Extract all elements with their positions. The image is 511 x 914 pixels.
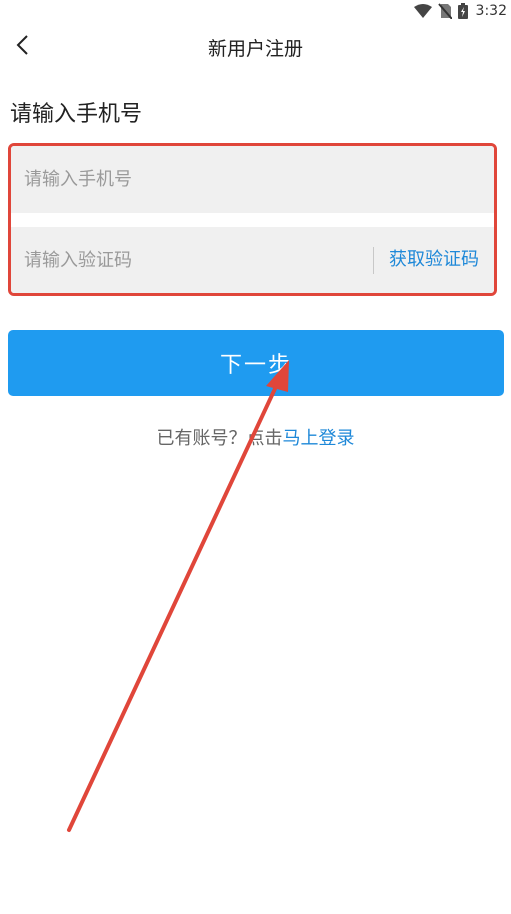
divider — [373, 247, 374, 274]
wifi-icon — [413, 4, 432, 18]
verification-code-input[interactable] — [11, 226, 366, 293]
get-code-button[interactable]: 获取验证码 — [389, 227, 479, 293]
page-title: 新用户注册 — [207, 38, 303, 60]
phone-field — [11, 146, 494, 214]
phone-input[interactable] — [11, 146, 366, 214]
registration-form-highlight: 获取验证码 — [8, 143, 497, 296]
annotation-arrow — [67, 360, 289, 832]
login-link[interactable]: 马上登录 — [283, 428, 355, 449]
code-field: 获取验证码 — [11, 226, 494, 293]
status-bar: 3:32 — [0, 0, 511, 22]
login-prompt: 已有账号？点击马上登录 — [0, 424, 511, 450]
no-sim-icon — [437, 3, 452, 19]
login-prompt-text: 已有账号？点击 — [156, 428, 283, 449]
phone-section-label: 请输入手机号 — [10, 102, 143, 127]
nav-bar: 新用户注册 — [0, 22, 511, 72]
battery-charging-icon — [457, 3, 468, 19]
next-step-button[interactable]: 下一步 — [8, 330, 504, 396]
status-time: 3:32 — [475, 3, 507, 19]
